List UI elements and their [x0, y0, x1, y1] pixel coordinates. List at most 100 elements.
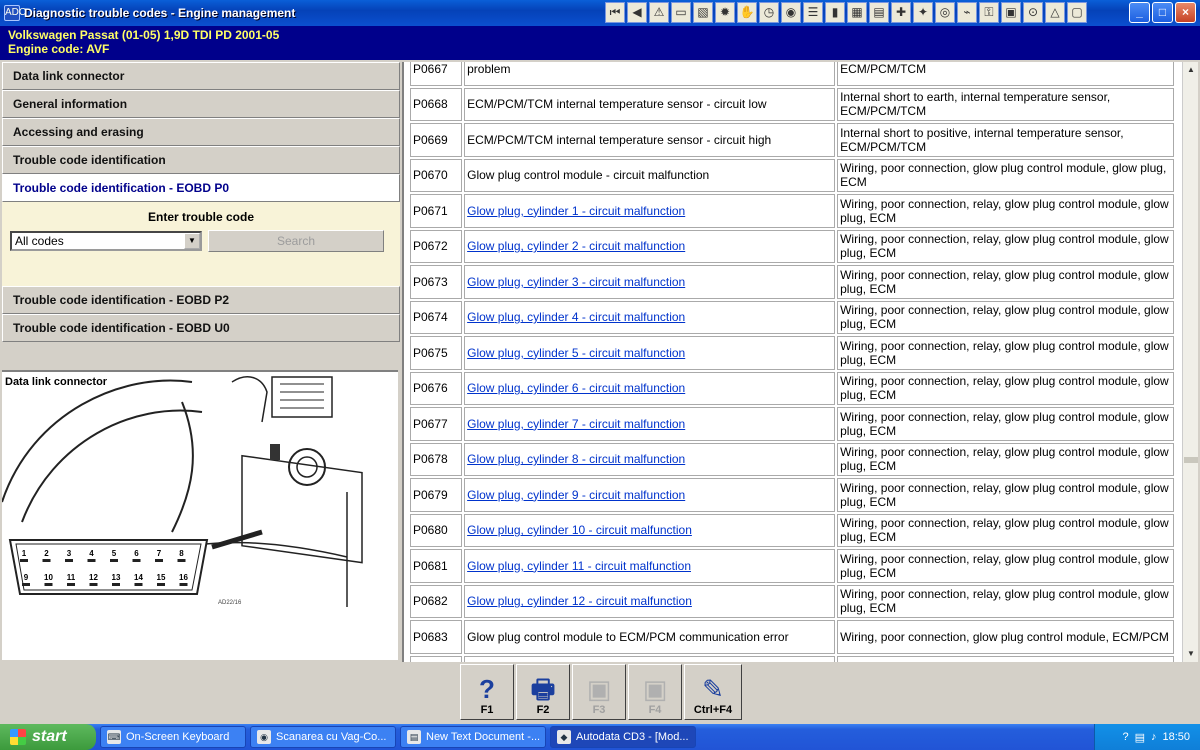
wiring-icon[interactable]: ⌁ [957, 2, 977, 23]
table-row: P0674 Glow plug, cylinder 4 - circuit mal… [410, 300, 1174, 334]
code-link[interactable]: Glow plug, cylinder 3 - circuit malfunct… [467, 275, 685, 289]
fkey-label: F4 [648, 704, 662, 716]
nav-eobd-p2[interactable]: Trouble code identification - EOBD P2 [2, 286, 400, 314]
network-icon[interactable]: ▤ [1135, 731, 1145, 744]
fkey-f4[interactable]: ▣ F4 [628, 664, 682, 720]
code-link[interactable]: Glow plug, cylinder 11 - circuit malfunc… [467, 559, 691, 573]
pin-label-bottom: 11 [67, 573, 76, 582]
task-buttons: ⌨ On-Screen Keyboard ◉ Scanarea cu Vag-Co..… [96, 726, 696, 748]
code-link[interactable]: Glow plug, cylinder 6 - circuit malfunct… [467, 381, 685, 395]
code-link[interactable]: Glow plug, cylinder 12 - circuit malfunc… [467, 594, 692, 608]
maximize-button[interactable]: □ [1152, 2, 1173, 23]
car-icon[interactable]: ▤ [869, 2, 889, 23]
code-link[interactable]: Glow plug, cylinder 2 - circuit malfunct… [467, 239, 685, 253]
vertical-scrollbar[interactable]: ▲ ▼ [1182, 62, 1198, 662]
fkey-label: F2 [536, 704, 550, 716]
description-cell: Glow plug control module - circuit malfu… [464, 158, 836, 192]
scroll-up-icon[interactable]: ▲ [1183, 62, 1199, 78]
taskbar-item[interactable]: ◉ Scanarea cu Vag-Co... [250, 726, 396, 748]
wheel-icon[interactable]: ⊙ [1023, 2, 1043, 23]
pin-label-top: 6 [134, 549, 139, 558]
dial-icon[interactable]: ◉ [781, 2, 801, 23]
triangle-icon[interactable]: △ [1045, 2, 1065, 23]
prev-icon[interactable]: ◀ [627, 2, 647, 23]
pin-contact [22, 583, 30, 586]
code-link[interactable]: Glow plug, cylinder 4 - circuit malfunct… [467, 310, 685, 324]
list-icon[interactable]: ☰ [803, 2, 823, 23]
filter-icon[interactable]: ▣ [1001, 2, 1021, 23]
fkey-ctrl-f4[interactable]: ✎ Ctrl+F4 [684, 664, 742, 720]
app-icon: ▤ [407, 730, 421, 744]
scroll-thumb[interactable] [1184, 457, 1198, 463]
cause-cell: Wiring, poor connection, glow plug contr… [837, 158, 1174, 192]
pin-label-top: 7 [157, 549, 162, 558]
windows-logo-icon [10, 729, 26, 745]
taskbar-item-label: New Text Document -... [426, 731, 541, 743]
doc-icon[interactable]: ▢ [1067, 2, 1087, 23]
description-cell: problem [464, 62, 836, 86]
cause-cell: Wiring, poor connection, relay, glow plu… [837, 229, 1174, 263]
nav-data-link-connector[interactable]: Data link connector [2, 62, 400, 90]
hand-icon[interactable]: ✋ [737, 2, 757, 23]
search-button[interactable]: Search [208, 230, 384, 252]
taskbar-item-label: Autodata CD3 - [Mod... [576, 731, 689, 743]
pin-label-bottom: 9 [24, 573, 29, 582]
taskbar-item[interactable]: ⌨ On-Screen Keyboard [100, 726, 246, 748]
fkey-f1[interactable]: ? F1 [460, 664, 514, 720]
cause-cell: ECM/PCM/TCM [837, 62, 1174, 86]
app-icon[interactable]: ADC [4, 5, 26, 21]
map-icon[interactable]: ▧ [693, 2, 713, 23]
code-filter-select[interactable]: All codes ▼ [10, 231, 202, 251]
code-link[interactable]: Glow plug, cylinder 10 - circuit malfunc… [467, 523, 692, 537]
fkey-f3[interactable]: ▣ F3 [572, 664, 626, 720]
box-icon[interactable]: ▦ [847, 2, 867, 23]
pin-label-bottom: 16 [179, 573, 188, 582]
left-nav: Data link connector General information … [2, 62, 400, 364]
search-panel: Enter trouble code All codes ▼ Search [2, 202, 400, 286]
pin-contact [44, 583, 53, 586]
battery-icon[interactable]: ▮ [825, 2, 845, 23]
cause-cell: Wiring, poor connection, relay, glow plu… [837, 478, 1174, 512]
warning-icon[interactable]: ⚠ [649, 2, 669, 23]
pin-label-top: 5 [112, 549, 117, 558]
nav-trouble-code-identification[interactable]: Trouble code identification [2, 146, 400, 174]
nav-accessing-erasing[interactable]: Accessing and erasing [2, 118, 400, 146]
code-cell [410, 655, 463, 662]
nav-eobd-u0[interactable]: Trouble code identification - EOBD U0 [2, 314, 400, 342]
image-caption: Data link connector [5, 376, 108, 388]
code-link[interactable]: Glow plug, cylinder 9 - circuit malfunct… [467, 488, 685, 502]
help-tray-icon[interactable]: ? [1122, 731, 1128, 743]
pin-label-top: 1 [22, 549, 27, 558]
gear-icon[interactable]: ✹ [715, 2, 735, 23]
table-row: P0671 Glow plug, cylinder 1 - circuit mal… [410, 194, 1174, 228]
code-cell: P0676 [410, 371, 463, 405]
nav-general-information[interactable]: General information [2, 90, 400, 118]
pin-contact [112, 583, 120, 586]
fkey-f2[interactable]: 🖶 F2 [516, 664, 570, 720]
chevron-down-icon[interactable]: ▼ [184, 233, 200, 249]
volume-icon[interactable]: ♪ [1151, 731, 1157, 743]
code-link[interactable]: Glow plug, cylinder 7 - circuit malfunct… [467, 417, 685, 431]
repair-icon[interactable]: ✚ [891, 2, 911, 23]
nav-eobd-p0[interactable]: Trouble code identification - EOBD P0 [2, 174, 400, 202]
minimize-button[interactable]: _ [1129, 2, 1150, 23]
code-cell: P0683 [410, 620, 463, 654]
scroll-down-icon[interactable]: ▼ [1183, 646, 1199, 662]
tool-icon[interactable]: ✦ [913, 2, 933, 23]
codes-table-container[interactable]: P0667 problem ECM/PCM/TCM P0668 ECM/PCM/TCM … [402, 62, 1182, 662]
close-button[interactable]: × [1175, 2, 1196, 23]
start-button[interactable]: start [0, 724, 96, 750]
code-link[interactable]: Glow plug, cylinder 5 - circuit malfunct… [467, 346, 685, 360]
taskbar-item[interactable]: ▤ New Text Document -... [400, 726, 546, 748]
taskbar-item[interactable]: ◆ Autodata CD3 - [Mod... [550, 726, 696, 748]
code-link[interactable]: Glow plug, cylinder 8 - circuit malfunct… [467, 452, 685, 466]
description-cell: Glow plug, cylinder 6 - circuit malfunct… [464, 371, 836, 405]
code-cell: P0667 [410, 62, 463, 86]
clock-icon[interactable]: ◷ [759, 2, 779, 23]
code-link[interactable]: Glow plug, cylinder 1 - circuit malfunct… [467, 204, 685, 218]
first-icon[interactable]: ⏮ [605, 2, 625, 23]
sensor-icon[interactable]: ◎ [935, 2, 955, 23]
table-row: P0668 ECM/PCM/TCM internal temperature se… [410, 87, 1174, 121]
page-icon[interactable]: ▭ [671, 2, 691, 23]
key-icon[interactable]: ⚿ [979, 2, 999, 23]
